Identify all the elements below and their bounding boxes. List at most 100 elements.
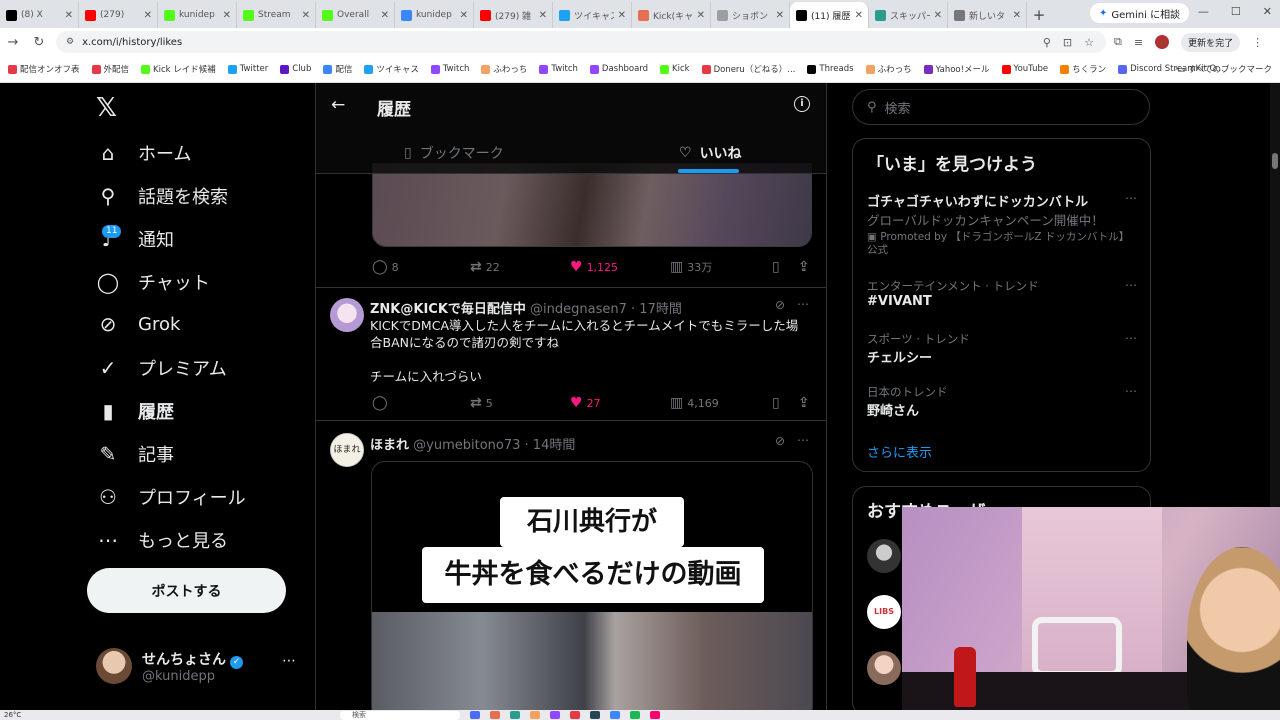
avatar[interactable]: LIBS [867, 595, 901, 629]
browser-tab[interactable]: 新しいタ ✕ [948, 2, 1027, 28]
bookmark-item[interactable]: 外配信 [91, 63, 129, 75]
zoom-icon[interactable]: ⚲ [1043, 36, 1051, 49]
tweet-time[interactable]: · 14時間 [525, 438, 576, 453]
browser-tab[interactable]: kunidep ✕ [395, 2, 474, 28]
nav-item[interactable]: ✓ プレミアム [96, 355, 227, 381]
avatar[interactable] [330, 298, 364, 332]
bookmark-item[interactable]: Club [280, 63, 311, 75]
views-button[interactable]: ▥ 33万 [670, 259, 712, 275]
all-bookmarks-link[interactable]: ▭ すべてのブックマーク [1177, 63, 1272, 75]
app-icon[interactable] [530, 711, 540, 719]
taskbar-search[interactable]: 検索 [340, 711, 460, 720]
bookmark-item[interactable]: ちくラン [1060, 63, 1106, 75]
bookmark-item[interactable]: Kick レイド候補 [141, 63, 216, 75]
tweet-more-icon[interactable]: ⋯ [797, 433, 809, 447]
share-button[interactable]: ⇪ [798, 259, 810, 275]
back-icon[interactable]: → [0, 35, 26, 50]
retweet-button[interactable]: ⇄ 5 [470, 395, 493, 411]
reply-button[interactable]: ◯ 8 [372, 259, 399, 275]
url-field[interactable]: ⚙ x.com/i/history/likes ⚲ ⊡ ☆ [56, 31, 1106, 53]
tab-close-icon[interactable]: ✕ [144, 10, 152, 21]
app-icon[interactable] [570, 711, 580, 719]
browser-tab[interactable]: スキッパー✕ [869, 2, 948, 28]
tab-close-icon[interactable]: ✕ [855, 10, 863, 21]
tab-close-icon[interactable]: ✕ [934, 10, 942, 21]
info-icon[interactable]: i [794, 96, 810, 112]
share-button[interactable]: ⇪ [798, 395, 810, 411]
tweet-media[interactable]: 石川典行が 牛丼を食べるだけの動画 [371, 461, 813, 710]
new-tab-button[interactable]: + [1027, 2, 1051, 28]
tweet-author-name[interactable]: ほまれ [370, 438, 409, 453]
close-window-icon[interactable]: ✕ [1263, 5, 1272, 18]
maximize-icon[interactable]: ☐ [1231, 5, 1241, 18]
tab-close-icon[interactable]: ✕ [1013, 10, 1021, 21]
app-icon[interactable] [630, 711, 640, 719]
browser-tab[interactable]: (279) 雑 ✕ [474, 2, 553, 28]
browser-tab[interactable]: Stream ✕ [237, 2, 316, 28]
bookmark-item[interactable]: Dashboard [589, 63, 648, 75]
tab-search-icon[interactable]: ≡ [1134, 36, 1143, 49]
bookmark-item[interactable]: ふわっち [481, 63, 527, 75]
nav-item[interactable]: ⋯ もっと見る [96, 527, 228, 553]
avatar[interactable] [867, 539, 901, 573]
trend-more-icon[interactable]: ⋯ [1125, 191, 1137, 205]
bookmark-item[interactable]: Threads [807, 63, 854, 75]
profile-avatar[interactable] [1155, 35, 1170, 49]
trend-more-icon[interactable]: ⋯ [1125, 278, 1137, 292]
trend-item[interactable]: スポーツ · トレンド チェルシー ⋯ [867, 331, 1137, 366]
bookmark-button[interactable]: ▯ [772, 395, 780, 411]
site-info-icon[interactable]: ⚙ [66, 37, 74, 47]
bookmark-item[interactable]: Twitch [430, 63, 469, 75]
nav-item[interactable]: ✎ 記事 [96, 441, 174, 467]
browser-tab[interactable]: ツイキャス✕ [553, 2, 632, 28]
tab-close-icon[interactable]: ✕ [697, 10, 705, 21]
browser-tab[interactable]: (279) ✕ [79, 2, 158, 28]
app-icon[interactable] [490, 711, 500, 719]
bookmark-item[interactable]: ふわっち [865, 63, 912, 75]
app-icon[interactable] [650, 711, 660, 719]
views-button[interactable]: ▥ 4,169 [670, 395, 719, 411]
tweet-author-name[interactable]: ZNK@KICKで毎日配信中 [370, 302, 526, 317]
trend-more-icon[interactable]: ⋯ [1125, 384, 1137, 398]
tab-close-icon[interactable]: ✕ [539, 10, 547, 21]
tab-close-icon[interactable]: ✕ [65, 10, 73, 21]
bookmark-button[interactable]: ▯ [772, 259, 780, 275]
bookmark-item[interactable]: YouTube [1001, 63, 1048, 75]
retweet-button[interactable]: ⇄ 22 [470, 259, 500, 275]
browser-tab[interactable]: (8) X ✕ [0, 2, 79, 28]
trend-item[interactable]: エンターテインメント · トレンド #VIVANT ⋯ [867, 278, 1137, 309]
scrollbar-thumb[interactable] [1272, 153, 1278, 169]
nav-item[interactable]: ▮ 履歴 [96, 398, 174, 424]
bookmark-item[interactable]: ツイキャス [364, 63, 419, 75]
tab-bookmarks[interactable]: ▯ ブックマーク [404, 143, 504, 163]
tab-close-icon[interactable]: ✕ [223, 10, 231, 21]
tab-close-icon[interactable]: ✕ [302, 10, 310, 21]
app-icon[interactable] [510, 711, 520, 719]
trend-more-icon[interactable]: ⋯ [1125, 331, 1137, 345]
like-button[interactable]: ♥ 1,125 [570, 259, 618, 275]
tweet-author-handle[interactable]: @indegnasen7 [530, 302, 627, 317]
app-icon[interactable] [590, 711, 600, 719]
tab-close-icon[interactable]: ✕ [381, 10, 389, 21]
back-arrow-icon[interactable]: ← [331, 95, 345, 115]
tweet-author-handle[interactable]: @yumebitono73 [413, 438, 520, 453]
install-icon[interactable]: ⊡ [1063, 36, 1072, 49]
account-more-icon[interactable]: ⋯ [282, 653, 296, 669]
grok-icon[interactable]: ⊘ [775, 298, 785, 312]
app-icon[interactable] [550, 711, 560, 719]
gemini-button[interactable]: ✦ Gemini に相談 [1090, 3, 1190, 23]
browser-tab[interactable]: Kick(キャ ✕ [632, 2, 711, 28]
browser-tab[interactable]: (11) 履歴 ✕ [790, 2, 869, 28]
menu-icon[interactable]: ⋮ [1252, 36, 1263, 49]
tab-close-icon[interactable]: ✕ [776, 10, 784, 21]
bookmark-item[interactable]: 配信 [323, 63, 352, 75]
grok-icon[interactable]: ⊘ [775, 434, 785, 448]
tab-close-icon[interactable]: ✕ [618, 10, 626, 21]
bookmark-item[interactable]: Doneru（どねる）... [701, 63, 795, 75]
trend-item[interactable]: ゴチャゴチャいわずにドッカンバトル グローバルドッカンキャンペーン開催中！ ▣ … [867, 191, 1137, 257]
bookmark-item[interactable]: Yahoo!メール [923, 63, 990, 75]
tab-likes[interactable]: ♡ いいね [679, 143, 742, 163]
show-more-link[interactable]: さらに表示 [867, 442, 932, 461]
avatar[interactable]: ほまれ [330, 433, 364, 467]
bookmark-item[interactable]: Twitter [227, 63, 268, 75]
